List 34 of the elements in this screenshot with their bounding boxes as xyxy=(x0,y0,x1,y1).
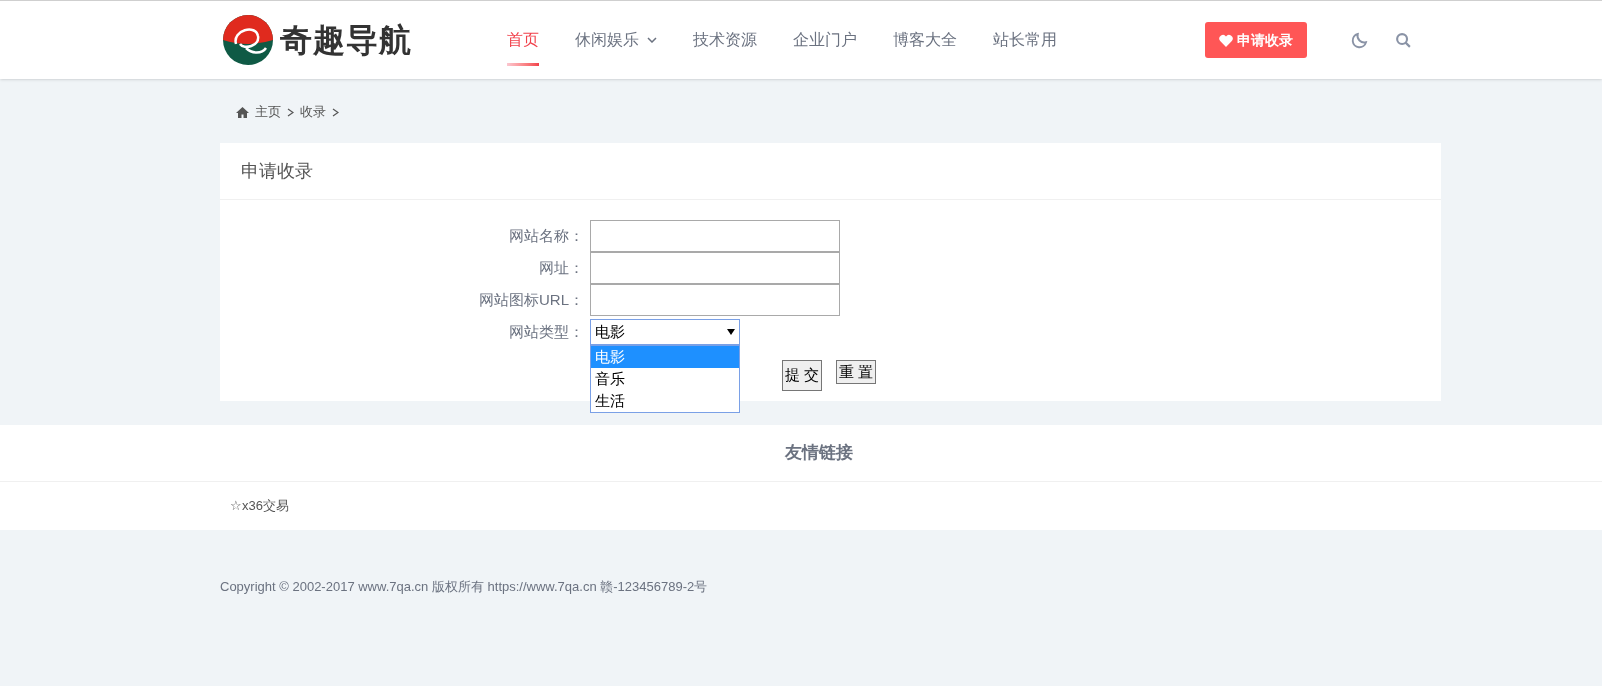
card-title: 申请收录 xyxy=(241,159,313,183)
dropdown-option[interactable]: 音乐 xyxy=(591,368,739,390)
type-select[interactable]: 电影 xyxy=(590,319,740,345)
form-button[interactable]: 提 交 xyxy=(782,360,823,391)
moon-icon[interactable] xyxy=(1351,31,1369,49)
breadcrumb-link[interactable]: 收录 xyxy=(300,102,326,122)
home-icon xyxy=(236,106,249,118)
nav-link[interactable]: 技术资源 xyxy=(693,20,757,60)
logo-icon xyxy=(222,14,274,66)
chevron-right-icon xyxy=(332,107,339,117)
chevron-right-icon xyxy=(287,107,294,117)
field-label: 网址： xyxy=(538,257,585,278)
copyright-text: Copyright © 2002-2017 www.7qa.cn 版权所有 https://www.7qa.cn 赣-123456789-2号 xyxy=(220,579,708,594)
heart-icon xyxy=(1219,33,1233,47)
search-icon[interactable] xyxy=(1395,31,1412,49)
input-field[interactable] xyxy=(590,284,840,316)
nav-link[interactable]: 企业门户 xyxy=(793,20,857,60)
nav-link[interactable]: 博客大全 xyxy=(893,20,957,60)
logo-text: 奇趣导航 xyxy=(280,21,412,60)
section-title: 友情链接 xyxy=(784,442,853,465)
field-label: 网站名称： xyxy=(508,225,585,246)
nav-link[interactable]: 首页 xyxy=(507,20,539,60)
field-label: 网站类型： xyxy=(508,321,585,342)
nav-link[interactable]: 休闲娱乐 xyxy=(575,20,657,60)
field-label: 网站图标URL： xyxy=(478,289,585,310)
breadcrumb-link[interactable]: 主页 xyxy=(255,102,281,122)
input-field[interactable] xyxy=(590,252,840,284)
caret-icon xyxy=(727,329,735,335)
input-field[interactable] xyxy=(590,220,840,252)
dropdown-option[interactable]: 生活 xyxy=(591,390,739,412)
form-button[interactable]: 重 置 xyxy=(836,360,877,384)
friend-link[interactable]: ☆x36交易 xyxy=(230,496,289,516)
nav-link[interactable]: 站长常用 xyxy=(993,20,1057,60)
active-underline xyxy=(507,63,539,66)
